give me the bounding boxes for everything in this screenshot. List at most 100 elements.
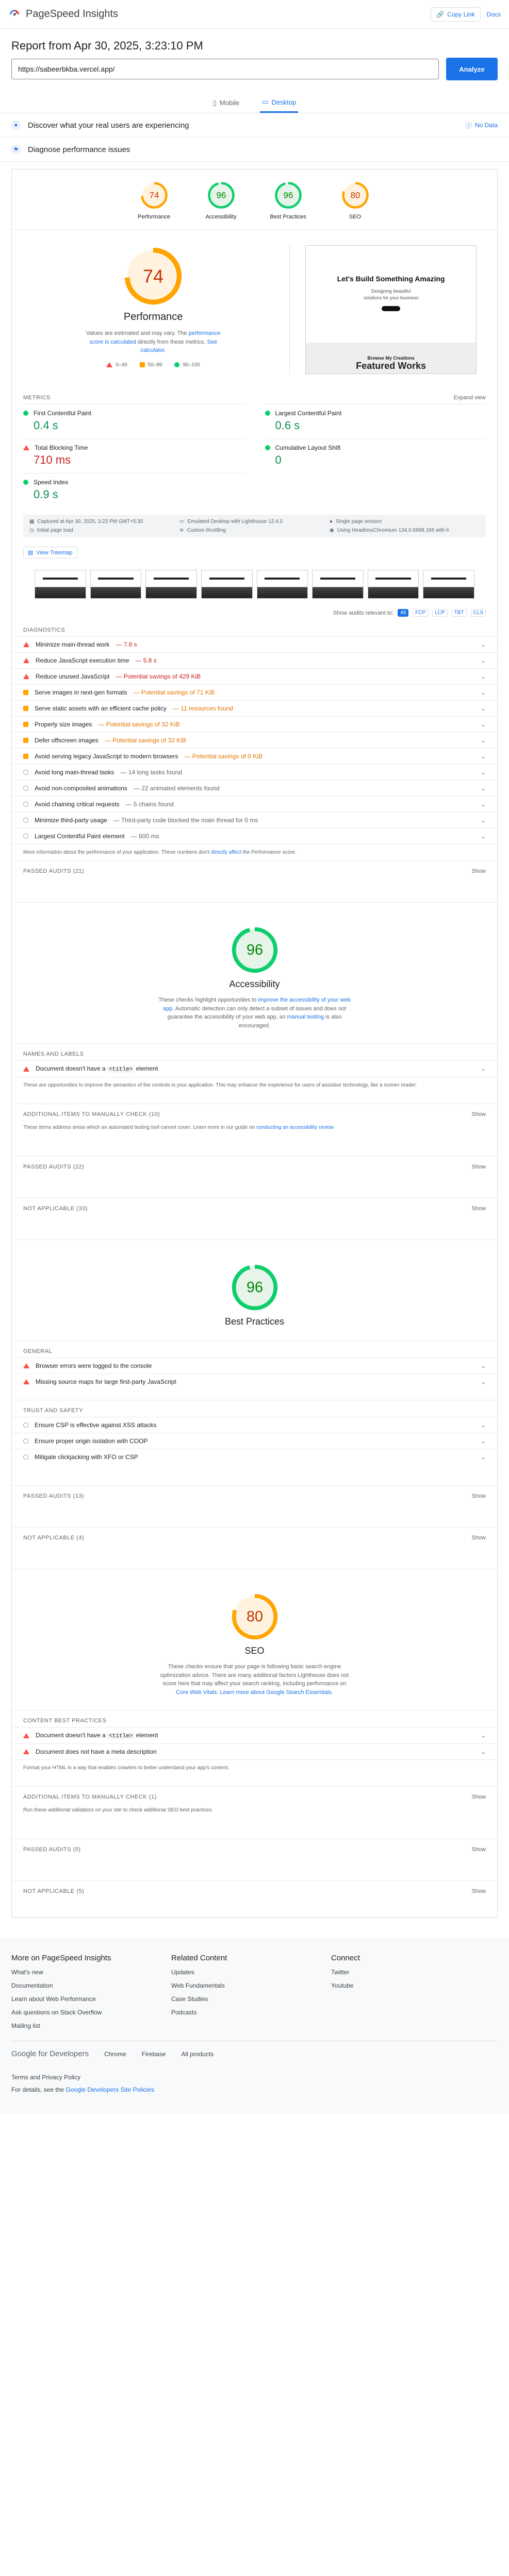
crux-section[interactable]: ● Discover what your real users are expe… [0, 113, 509, 138]
diagnostic-item[interactable]: Serve static assets with an efficient ca… [12, 700, 497, 716]
gauge-performance[interactable]: 74 Performance [131, 181, 177, 220]
diagnostic-item[interactable]: Minimize third-party usage — Third-party … [12, 812, 497, 828]
expand-view-button[interactable]: Expand view [454, 395, 486, 401]
audit-item[interactable]: Mitigate clickjacking with XFO or CSP ⌄ [12, 1449, 497, 1465]
view-treemap-button[interactable]: ▤ View Treemap [23, 547, 77, 558]
show-button[interactable]: Show [471, 1493, 486, 1499]
performance-title: Performance [123, 311, 183, 323]
lighthouse-report: 74 Performance 96 Accessibility 96 Best … [11, 169, 498, 1918]
passed-audits-toggle[interactable]: PASSED AUDITS (22) Show [12, 1156, 497, 1177]
audit-text: Missing source maps for large first-part… [36, 1378, 176, 1385]
tab-desktop[interactable]: ▭ Desktop [260, 94, 299, 113]
show-button[interactable]: Show [471, 1846, 486, 1853]
accessibility-big-gauge-icon: 96 [232, 927, 277, 973]
manual-check-toggle[interactable]: ADDITIONAL ITEMS TO MANUALLY CHECK (10) … [12, 1104, 497, 1125]
passed-audits-toggle[interactable]: PASSED AUDITS (5) Show [12, 1839, 497, 1860]
diagnostic-item[interactable]: Properly size images — Potential savings … [12, 716, 497, 732]
footer-bottom-link[interactable]: All products [181, 2050, 214, 2058]
diagnostic-item[interactable]: Reduce unused JavaScript — Potential savi… [12, 668, 497, 684]
analyze-button[interactable]: Analyze [446, 58, 498, 80]
diagnostic-savings: — Potential savings of 71 KiB [133, 689, 215, 696]
info-circle-icon [23, 1454, 28, 1460]
audit-item[interactable]: Missing source maps for large first-part… [12, 1374, 497, 1389]
footer-bottom-link[interactable]: Firebase [142, 2050, 166, 2058]
copy-link-button[interactable]: 🔗 Copy Link [431, 7, 481, 22]
passed-audits-toggle[interactable]: PASSED AUDITS (21) Show [12, 860, 497, 882]
passed-audits-label: PASSED AUDITS (22) [23, 1164, 85, 1170]
show-button[interactable]: Show [471, 1164, 486, 1170]
audit-text: Ensure CSP is effective against XSS atta… [35, 1421, 157, 1429]
diagnostic-savings: — 600 ms [130, 833, 159, 840]
audit-item[interactable]: Ensure proper origin isolation with COOP… [12, 1433, 497, 1449]
gauge-best-practices[interactable]: 96 Best Practices [265, 181, 311, 220]
filter-chip-lcp[interactable]: LCP [432, 609, 448, 617]
show-button[interactable]: Show [471, 1111, 486, 1117]
screenshot-small-heading: Browse My Creations [367, 355, 415, 361]
metric-name: Cumulative Layout Shift [275, 444, 341, 451]
footer-column-title: More on PageSpeed Insights [11, 1954, 111, 1962]
diagnostic-item[interactable]: Avoid serving legacy JavaScript to moder… [12, 748, 497, 764]
docs-link[interactable]: Docs [487, 11, 501, 18]
diagnostic-item[interactable]: Avoid non-composited animations — 22 anim… [12, 780, 497, 796]
timer-icon: ◷ [29, 528, 34, 533]
core-web-vitals-link[interactable]: Core Web Vitals. Learn more about Google… [176, 1689, 333, 1696]
footer-link[interactable]: What's new [11, 1969, 171, 1976]
footer-link[interactable]: Web Fundamentals [171, 1982, 331, 1989]
audit-item[interactable]: Ensure CSP is effective against XSS atta… [12, 1417, 497, 1433]
not-applicable-toggle[interactable]: NOT APPLICABLE (33) Show [12, 1198, 497, 1219]
footer-link[interactable]: Mailing list [11, 2022, 171, 2029]
filter-chip-all[interactable]: All [398, 609, 409, 617]
show-button[interactable]: Show [471, 868, 486, 874]
google-developers-logo[interactable]: Google for Developers [11, 2049, 89, 2058]
not-applicable-toggle[interactable]: NOT APPLICABLE (5) Show [12, 1880, 497, 1902]
terms-link[interactable]: Terms and Privacy Policy [11, 2074, 498, 2081]
diagnostic-item[interactable]: Avoid long main-thread tasks — 14 long ta… [12, 764, 497, 780]
tab-mobile[interactable]: ▯ Mobile [211, 94, 241, 113]
crux-label: Discover what your real users are experi… [28, 121, 189, 130]
gauge-label: Performance [138, 214, 170, 220]
filter-label: Show audits relevant to: [333, 609, 394, 616]
diagnostic-item[interactable]: Avoid chaining critical requests — 5 chai… [12, 796, 497, 812]
show-button[interactable]: Show [471, 1535, 486, 1541]
show-button[interactable]: Show [471, 1888, 486, 1894]
footer-link[interactable]: Ask questions on Stack Overflow [11, 2009, 171, 2016]
audit-item[interactable]: Document doesn't have a <title> element … [12, 1060, 497, 1077]
best-practices-title: Best Practices [224, 1316, 285, 1327]
diagnostic-item[interactable]: Defer offscreen images — Potential saving… [12, 732, 497, 748]
footer-link[interactable]: Twitter [331, 1969, 491, 1976]
manual-check-toggle[interactable]: ADDITIONAL ITEMS TO MANUALLY CHECK (1) S… [12, 1786, 497, 1807]
audit-item[interactable]: Document does not have a meta descriptio… [12, 1743, 497, 1759]
footer-link[interactable]: Documentation [11, 1982, 171, 1989]
passed-audits-toggle[interactable]: PASSED AUDITS (13) Show [12, 1485, 497, 1506]
filter-chip-fcp[interactable]: FCP [413, 609, 429, 617]
not-applicable-toggle[interactable]: NOT APPLICABLE (4) Show [12, 1527, 497, 1548]
diagnostic-item[interactable]: Minimize main-thread work — 7.6 s ⌄ [12, 636, 497, 652]
audit-item[interactable]: Browser errors were logged to the consol… [12, 1358, 497, 1374]
footer-link[interactable]: Podcasts [171, 2009, 331, 2016]
gauge-accessibility[interactable]: 96 Accessibility [198, 181, 244, 220]
url-input[interactable] [11, 59, 439, 79]
diagnostic-item[interactable]: Reduce JavaScript execution time — 5.8 s ⌄ [12, 652, 497, 668]
gauge-seo[interactable]: 80 SEO [332, 181, 379, 220]
fail-triangle-icon [23, 642, 29, 647]
no-data-badge: ⓘ No Data [466, 121, 498, 130]
site-policies-link[interactable]: Google Developers Site Policies [65, 2086, 154, 2093]
footer-bottom-link[interactable]: Chrome [104, 2050, 126, 2058]
filter-chip-tbt[interactable]: TBT [451, 609, 467, 617]
show-button[interactable]: Show [471, 1794, 486, 1800]
show-button[interactable]: Show [471, 1206, 486, 1212]
diagnostic-item[interactable]: Serve images in next-gen formats — Potent… [12, 684, 497, 700]
accessibility-review-link[interactable]: conducting an accessibility review [256, 1125, 334, 1130]
footer-link[interactable]: Learn about Web Performance [11, 1995, 171, 2003]
audit-item[interactable]: Document doesn't have a <title> element … [12, 1727, 497, 1743]
footer-link[interactable]: Updates [171, 1969, 331, 1976]
manual-testing-link[interactable]: manual testing [287, 1014, 324, 1020]
fail-triangle-icon [106, 362, 113, 367]
diagnostic-item[interactable]: Largest Contentful Paint element — 600 ms… [12, 828, 497, 844]
filter-chip-cls[interactable]: CLS [470, 609, 486, 617]
footer-link[interactable]: Case Studies [171, 1995, 331, 2003]
directly-affect-link[interactable]: directly affect [211, 850, 241, 855]
pass-circle-icon [174, 362, 180, 367]
metric-value: 710 ms [34, 453, 71, 466]
footer-link[interactable]: Youtube [331, 1982, 491, 1989]
